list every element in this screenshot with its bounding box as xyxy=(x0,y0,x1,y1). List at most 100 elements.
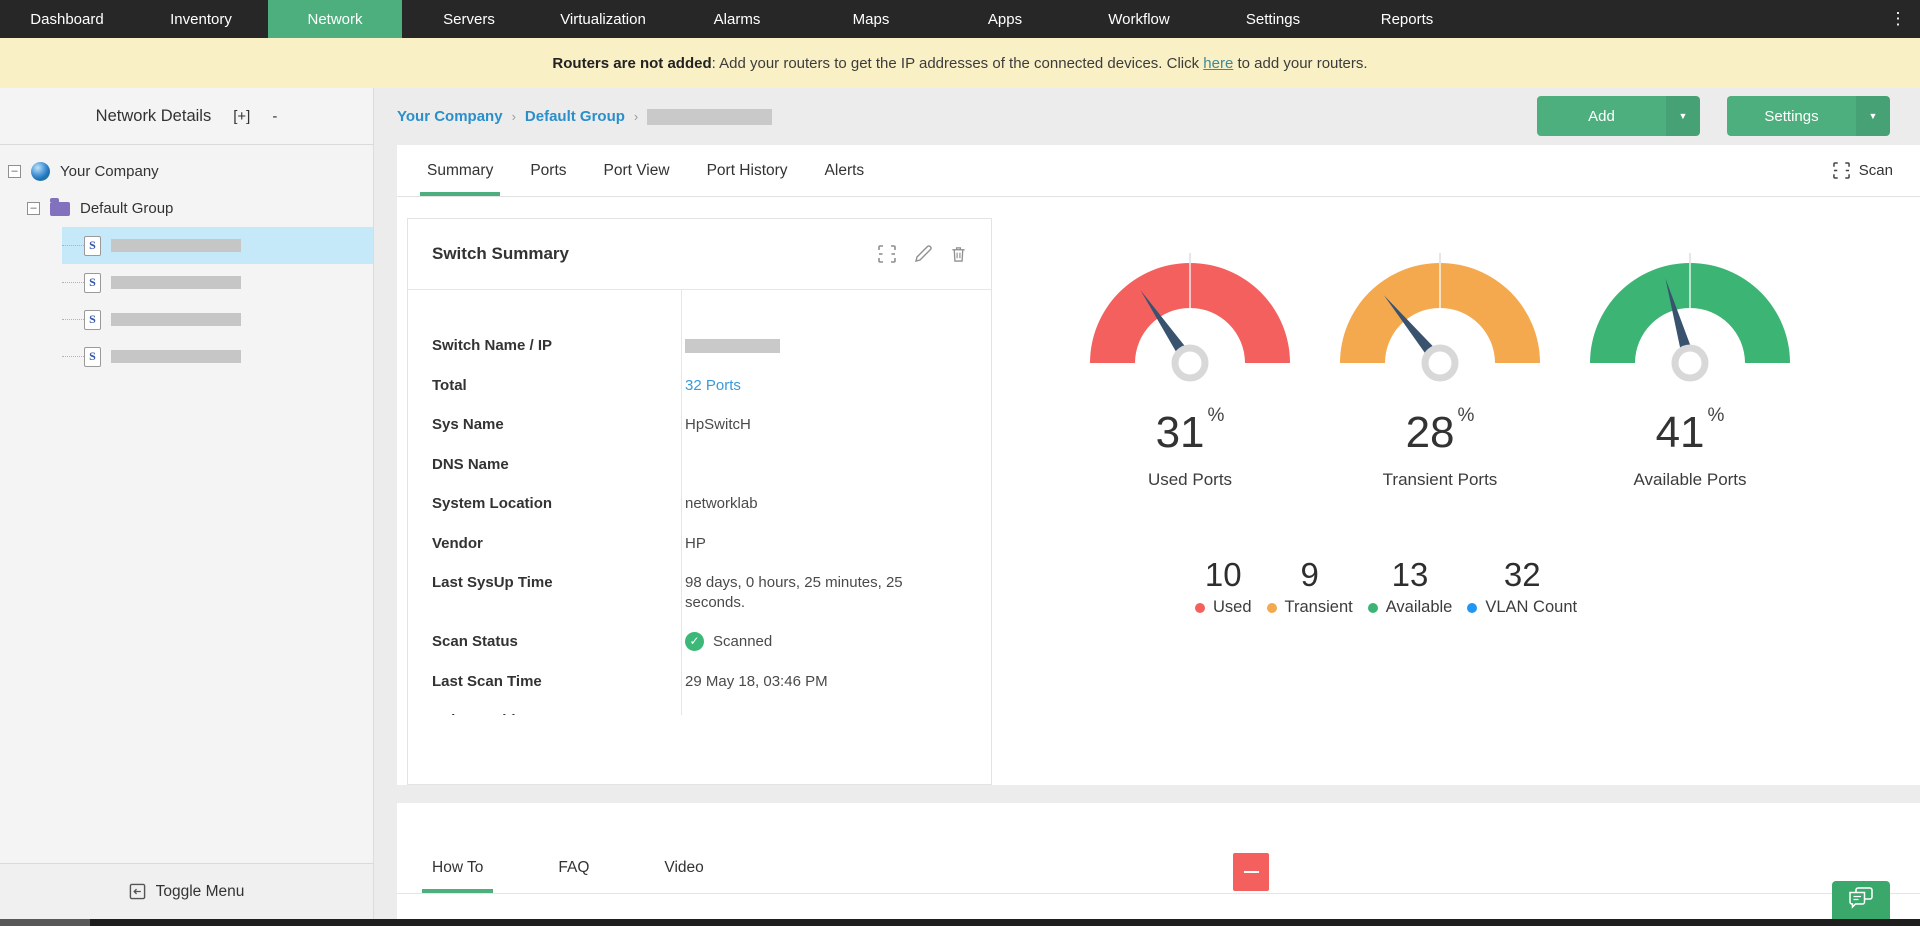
banner-bold-text: Routers are not added xyxy=(552,55,711,72)
minus-icon xyxy=(1244,871,1259,873)
counter-vlan-count: 32 VLAN Count xyxy=(1467,556,1577,617)
nav-item-virtualization[interactable]: Virtualization xyxy=(536,0,670,38)
nav-item-maps[interactable]: Maps xyxy=(804,0,938,38)
field-value xyxy=(659,455,937,475)
scrollbar-thumb[interactable] xyxy=(90,919,1920,926)
gauge-available-ports: 41%Available Ports xyxy=(1565,251,1815,490)
nav-item-network[interactable]: Network xyxy=(268,0,402,38)
field-row-last-sysup-time: Last SysUp Time98 days, 0 hours, 25 minu… xyxy=(408,563,991,622)
nav-item-servers[interactable]: Servers xyxy=(402,0,536,38)
legend-dot-icon xyxy=(1267,603,1277,613)
field-label: Switch Name / IP xyxy=(408,336,659,356)
summary-body: Switch Summary xyxy=(397,197,1920,785)
switch-file-icon: S xyxy=(84,236,101,256)
globe-icon xyxy=(31,162,50,181)
toggle-menu-icon xyxy=(129,883,146,900)
field-value: ✓Scanned xyxy=(659,632,937,652)
settings-dropdown-arrow-icon[interactable]: ▼ xyxy=(1856,96,1890,136)
device-name-redacted xyxy=(111,276,241,289)
field-value[interactable]: 32 Ports xyxy=(659,376,937,396)
tree-device-item-4[interactable]: S xyxy=(62,338,373,375)
field-label: Scan Status xyxy=(408,632,659,652)
tree-device-item-1[interactable]: S xyxy=(62,227,373,264)
tree-device-item-2[interactable]: S xyxy=(62,264,373,301)
tree-device-item-3[interactable]: S xyxy=(62,301,373,338)
nav-overflow-menu-icon[interactable]: ⋮ xyxy=(1876,0,1920,38)
sidebar-title: Network Details xyxy=(96,107,212,126)
switch-file-icon: S xyxy=(84,347,101,367)
help-panel: How To FAQ Video xyxy=(397,803,1920,926)
field-row-dns-name: DNS Name xyxy=(408,445,991,485)
add-button[interactable]: Add xyxy=(1537,96,1666,136)
collapse-all-button[interactable]: - xyxy=(272,108,277,125)
banner-here-link[interactable]: here xyxy=(1203,55,1233,72)
gauge-label: Available Ports xyxy=(1633,470,1746,490)
settings-button[interactable]: Settings xyxy=(1727,96,1856,136)
field-row-scan-status: Scan Status✓Scanned xyxy=(408,622,991,662)
breadcrumb-device-redacted[interactable] xyxy=(647,109,772,125)
tab-port-view[interactable]: Port View xyxy=(604,145,670,196)
nav-item-reports[interactable]: Reports xyxy=(1340,0,1474,38)
breadcrumb-company[interactable]: Your Company xyxy=(397,108,503,125)
gauges-row: 31%Used Ports28%Transient Ports41%Availa… xyxy=(992,197,1920,490)
switch-summary-card: Switch Summary xyxy=(407,218,992,785)
nav-item-settings[interactable]: Settings xyxy=(1206,0,1340,38)
field-row-vendor: VendorHP xyxy=(408,524,991,564)
tree-node-group[interactable]: – Default Group xyxy=(0,190,373,227)
counter-value: 32 xyxy=(1504,556,1541,594)
expand-all-button[interactable]: [+] xyxy=(233,108,250,125)
field-row-last-scan-time: Last Scan Time29 May 18, 03:46 PM xyxy=(408,662,991,702)
gauge-value: 31% xyxy=(1156,391,1225,458)
tab-ports[interactable]: Ports xyxy=(530,145,566,196)
gauge-arc xyxy=(1338,251,1542,383)
legend-dot-icon xyxy=(1368,603,1378,613)
field-value: HP xyxy=(659,534,937,554)
field-row-sys-name: Sys NameHpSwitcH xyxy=(408,405,991,445)
breadcrumb-group[interactable]: Default Group xyxy=(525,108,625,125)
counter-used: 10Used xyxy=(1195,556,1252,617)
add-dropdown-arrow-icon[interactable]: ▼ xyxy=(1666,96,1700,136)
help-tabs-list: How To FAQ Video xyxy=(432,859,779,893)
nav-item-apps[interactable]: Apps xyxy=(938,0,1072,38)
field-label: DNS Name xyxy=(408,455,659,475)
field-label: Sys Name xyxy=(408,415,659,435)
nav-item-inventory[interactable]: Inventory xyxy=(134,0,268,38)
scan-button[interactable]: Scan xyxy=(1833,145,1893,196)
collapse-node-icon[interactable]: – xyxy=(8,165,21,178)
help-tab-faq[interactable]: FAQ xyxy=(558,859,589,893)
switch-summary-title: Switch Summary xyxy=(432,244,569,264)
sidebar: Network Details [+] - – Your Company – D… xyxy=(0,88,374,926)
tab-summary[interactable]: Summary xyxy=(427,145,493,196)
edit-pencil-icon[interactable] xyxy=(914,245,932,263)
field-label: System Location xyxy=(408,494,659,514)
help-tab-how-to[interactable]: How To xyxy=(432,859,483,893)
tree-connector xyxy=(62,282,84,283)
help-tab-video[interactable]: Video xyxy=(664,859,703,893)
horizontal-scrollbar[interactable] xyxy=(0,919,1920,926)
expand-icon[interactable] xyxy=(878,245,896,263)
detail-tabs: SummaryPortsPort ViewPort HistoryAlerts … xyxy=(397,145,1920,197)
scanned-check-icon: ✓ xyxy=(685,632,704,651)
switch-file-icon: S xyxy=(84,273,101,293)
collapse-node-icon[interactable]: – xyxy=(27,202,40,215)
nav-item-workflow[interactable]: Workflow xyxy=(1072,0,1206,38)
counter-label: VLAN Count xyxy=(1467,598,1577,617)
collapse-help-button[interactable] xyxy=(1233,853,1269,891)
tree-connector xyxy=(62,245,84,246)
nav-item-dashboard[interactable]: Dashboard xyxy=(0,0,134,38)
counter-label: Transient xyxy=(1267,598,1353,617)
gauge-arc xyxy=(1588,251,1792,383)
field-value: 192.168.50.0 xyxy=(659,711,937,715)
tree-connector xyxy=(62,356,84,357)
top-navigation: DashboardInventoryNetworkServersVirtuali… xyxy=(0,0,1920,38)
network-tree: – Your Company – Default Group SSSS xyxy=(0,145,373,375)
chat-widget-button[interactable] xyxy=(1832,881,1890,919)
toggle-menu-button[interactable]: Toggle Menu xyxy=(0,863,373,919)
device-name-redacted xyxy=(111,313,241,326)
help-tabs: How To FAQ Video xyxy=(397,803,1920,894)
tree-node-company[interactable]: – Your Company xyxy=(0,153,373,190)
tab-alerts[interactable]: Alerts xyxy=(825,145,865,196)
tab-port-history[interactable]: Port History xyxy=(707,145,788,196)
delete-trash-icon[interactable] xyxy=(950,245,967,263)
nav-item-alarms[interactable]: Alarms xyxy=(670,0,804,38)
